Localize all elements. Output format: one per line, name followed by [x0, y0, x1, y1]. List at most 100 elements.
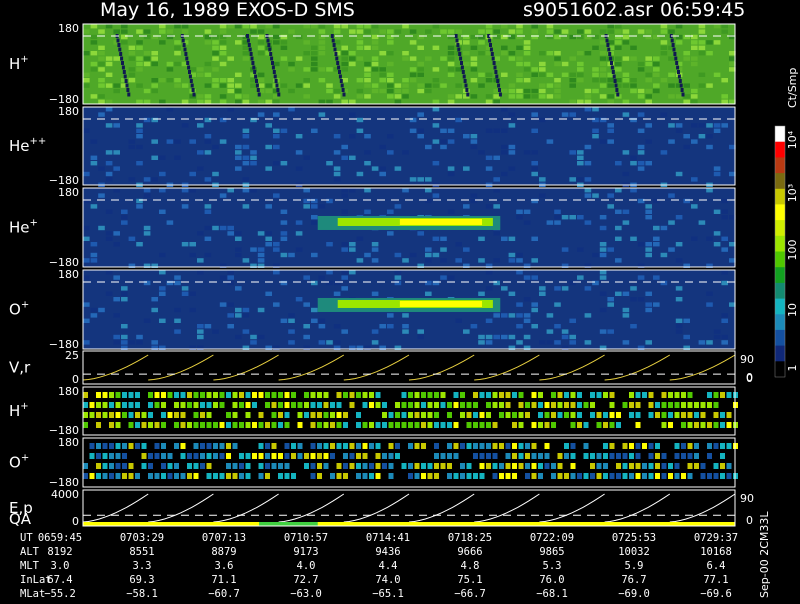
heatmap-cell — [432, 252, 440, 258]
heatmap-cell — [280, 318, 288, 323]
heatmap-cell — [212, 40, 219, 45]
heatmap-cell — [113, 334, 120, 340]
heatmap-cell — [577, 215, 584, 220]
heatmap-cell — [554, 83, 561, 88]
heatmap-cell — [592, 45, 599, 50]
heatmap-cell — [250, 188, 257, 193]
band-cell — [109, 392, 114, 398]
heatmap-cell — [546, 72, 554, 77]
trace-mark — [271, 65, 275, 70]
heatmap-cell — [105, 231, 113, 236]
band-cell — [102, 412, 108, 418]
heatmap-cell — [356, 171, 364, 177]
band-cell — [265, 443, 270, 449]
heatmap-cell — [592, 34, 599, 40]
heatmap-cell — [303, 94, 310, 99]
band-cell — [102, 463, 108, 469]
band-cell — [187, 392, 192, 398]
heatmap-cell — [675, 123, 683, 128]
heatmap-cell — [105, 24, 113, 29]
heatmap-cell — [189, 139, 196, 144]
heatmap-cell — [637, 94, 645, 99]
heatmap-cell — [622, 313, 630, 318]
heatmap-cell — [227, 324, 234, 329]
header: May 16, 1989 EXOS-D SMS s9051602.asr 06:… — [100, 0, 745, 21]
band-cell — [518, 402, 524, 408]
band-cell — [141, 463, 147, 469]
heatmap-cell — [561, 112, 569, 117]
band-cell — [219, 473, 225, 479]
heatmap-cell — [371, 56, 379, 61]
heatmap-cell — [539, 72, 546, 77]
band-cell — [115, 443, 121, 449]
heatmap-cell — [675, 242, 683, 247]
heatmap-cell — [303, 188, 310, 193]
heatmap-cell — [98, 51, 105, 56]
trace-mark — [462, 74, 466, 79]
heatmap-cell — [136, 123, 143, 128]
heatmap-cell — [470, 78, 478, 83]
colorbar-swatch — [775, 361, 785, 378]
band-cell — [356, 412, 361, 418]
heatmap-cell — [645, 99, 652, 104]
heatmap-cell — [577, 34, 584, 40]
band-cell — [694, 463, 699, 469]
heatmap-cell — [675, 258, 683, 263]
trace-mark — [123, 74, 127, 79]
band-cell — [395, 453, 400, 459]
heatmap-cell — [470, 56, 478, 61]
heatmap-cell — [250, 29, 257, 34]
band-cell — [427, 392, 433, 398]
heatmap-cell — [554, 220, 561, 225]
colorbar-swatch — [775, 157, 785, 174]
heatmap-cell — [90, 67, 98, 72]
band-cell — [453, 392, 459, 398]
band-cell — [323, 422, 329, 428]
trace-mark — [188, 70, 191, 74]
heatmap-cell — [721, 99, 728, 104]
heatmap-cell — [698, 29, 706, 34]
heatmap-cell — [516, 270, 523, 275]
band-cell — [668, 392, 673, 398]
heatmap-cell — [356, 45, 364, 50]
band-cell — [512, 463, 517, 469]
heatmap-cell — [295, 231, 303, 236]
band-cell — [336, 402, 342, 408]
heatmap-cell — [219, 99, 227, 104]
heatmap-cell — [159, 99, 166, 104]
heatmap-cell — [257, 252, 265, 258]
heatmap-cell — [440, 56, 447, 61]
heatmap-cell — [417, 34, 424, 40]
heatmap-cell — [394, 204, 402, 209]
heatmap-cell — [691, 40, 698, 45]
heatmap-cell — [250, 150, 257, 155]
heatmap-cell — [531, 128, 538, 133]
heatmap-cell — [219, 94, 227, 99]
band-cell — [375, 453, 381, 459]
band-cell — [193, 473, 199, 479]
heatmap-cell — [683, 334, 690, 340]
heatmap-cell — [356, 78, 364, 83]
heatmap-cell — [273, 302, 280, 307]
band-cell — [323, 392, 329, 398]
heatmap-cell — [265, 24, 272, 29]
heatmap-cell — [501, 51, 508, 56]
band-cell — [96, 473, 101, 479]
heatmap-cell — [599, 329, 607, 334]
heatmap-cell — [622, 340, 630, 345]
band-cell — [453, 443, 459, 449]
heatmap-cell — [387, 209, 394, 214]
band-cell — [245, 402, 251, 408]
trace-mark — [182, 43, 186, 47]
heatmap-cell — [402, 78, 409, 83]
band-cell — [148, 402, 153, 408]
heatmap-cell — [181, 188, 189, 193]
heatmap-cell — [607, 83, 614, 88]
heatmap-cell — [713, 209, 721, 214]
heatmap-cell — [425, 56, 432, 61]
band-cell — [726, 463, 732, 469]
panel-hplus2 — [82, 386, 738, 436]
band-cell — [570, 412, 576, 418]
heatmap-cell — [516, 45, 523, 50]
band-cell — [369, 443, 374, 449]
